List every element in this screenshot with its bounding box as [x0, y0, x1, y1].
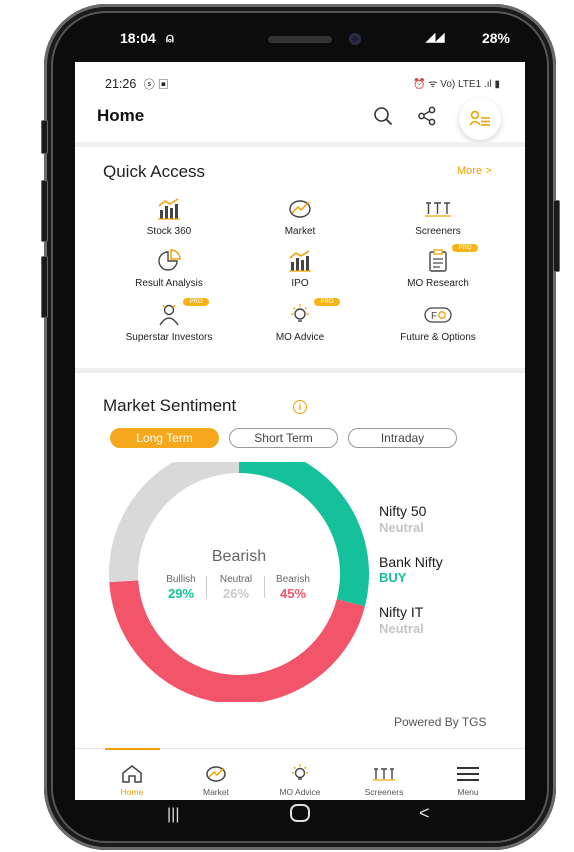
screener-icon — [373, 768, 395, 781]
screener-icon — [368, 196, 508, 222]
whatsapp-icon: ⓢ ▣ — [143, 79, 169, 91]
quick-access-item-screeners[interactable]: Screeners — [368, 196, 508, 237]
index-signal: Neutral — [379, 621, 424, 636]
quick-access-item-superstar-investors[interactable]: PRO Superstar Investors — [99, 298, 239, 343]
home-system-icon[interactable] — [290, 804, 310, 822]
nav-label: Home — [120, 787, 144, 797]
quick-access-item-future-options[interactable]: F Future & Options — [368, 302, 508, 343]
clipboard-icon: PRO — [368, 244, 508, 274]
quick-access-item-stock-360[interactable]: Stock 360 — [99, 196, 239, 237]
tab-long-term[interactable]: Long Term — [110, 428, 219, 448]
bulb-icon — [292, 764, 308, 780]
system-nav-bar: ||| < — [75, 800, 525, 834]
bearish-label: Bearish — [276, 574, 310, 585]
powered-by: Powered By TGS — [394, 715, 487, 729]
pro-badge: PRO — [314, 298, 340, 306]
side-button — [41, 256, 48, 318]
pro-badge: PRO — [452, 244, 478, 252]
pie-chart-icon — [99, 248, 239, 274]
camera-icon — [349, 33, 361, 45]
page-title: Home — [97, 106, 145, 125]
quick-access-title: Quick Access — [103, 162, 206, 181]
side-button — [553, 200, 560, 272]
nav-market[interactable]: Market — [171, 749, 261, 797]
market-icon — [230, 196, 370, 222]
device-time: 18:04 — [120, 30, 156, 46]
device-status-bar: 18:04 ⍝ ◢◢ 28% — [120, 30, 520, 50]
index-name: Nifty 50 — [379, 503, 427, 519]
nav-mo-advice[interactable]: MO Advice — [255, 749, 345, 797]
quick-access-label: Result Analysis — [135, 278, 203, 289]
share-icon[interactable] — [413, 102, 441, 130]
nav-menu[interactable]: Menu — [423, 749, 513, 797]
status-icons: ⏰ ᯤ Vo) LTE1 .ıl ▮ — [413, 79, 500, 90]
quick-access-label: Future & Options — [400, 332, 476, 343]
notification-icon: ⍝ — [166, 30, 174, 45]
neutral-label: Neutral — [219, 574, 253, 585]
quick-access-item-market[interactable]: Market — [230, 196, 370, 237]
side-button — [41, 180, 48, 242]
quick-access-label: IPO — [291, 278, 309, 289]
bottom-nav: Home Market MO Advice Screeners Menu — [75, 748, 525, 800]
battery-level: 28% — [481, 30, 510, 46]
nav-screeners[interactable]: Screeners — [339, 749, 429, 797]
nav-label: Menu — [457, 787, 479, 797]
bullish-percent: 29% — [167, 586, 195, 601]
signal-icon: ◢◢ — [426, 30, 445, 44]
divider — [206, 576, 207, 598]
tab-short-term[interactable]: Short Term — [229, 428, 338, 448]
donut-center-label: Bearish — [211, 548, 267, 565]
home-icon — [122, 765, 142, 783]
back-icon[interactable]: < — [419, 803, 430, 824]
quick-access-label: Superstar Investors — [125, 332, 213, 343]
quick-access-label: MO Advice — [275, 332, 325, 343]
fo-icon: F — [368, 302, 508, 328]
quick-access-item-result-analysis[interactable]: Result Analysis — [99, 248, 239, 289]
app-screen: 21:26 ⓢ ▣ ⏰ ᯤ Vo) LTE1 .ıl ▮ Home Quick … — [75, 62, 525, 800]
index-name: Nifty IT — [379, 604, 424, 620]
recent-apps-icon[interactable]: ||| — [167, 806, 179, 824]
quick-access-label: Market — [284, 226, 316, 237]
index-signal: Neutral — [379, 520, 424, 535]
quick-access-label: Screeners — [415, 226, 461, 237]
index-name: Bank Nifty — [379, 554, 443, 570]
nav-label: Market — [203, 787, 229, 797]
status-row: 21:26 ⓢ ▣ ⏰ ᯤ Vo) LTE1 .ıl ▮ — [105, 76, 500, 92]
user-list-icon — [469, 110, 490, 126]
market-sentiment-title: Market Sentiment — [103, 396, 237, 415]
nav-label: Screeners — [364, 787, 404, 797]
tab-intraday[interactable]: Intraday — [348, 428, 457, 448]
investor-icon: PRO — [99, 298, 239, 328]
neutral-percent: 26% — [222, 586, 250, 601]
bar-chart-icon — [230, 248, 370, 274]
search-icon[interactable] — [369, 102, 397, 130]
bar-chart-icon — [99, 196, 239, 222]
quick-access-item-ipo[interactable]: IPO — [230, 248, 370, 289]
index-signal: BUY — [379, 570, 407, 585]
svg-text:F: F — [431, 311, 437, 322]
info-icon[interactable]: i — [293, 400, 307, 414]
section-divider — [75, 142, 525, 147]
side-button — [41, 120, 48, 154]
bullish-label: Bullish — [166, 574, 196, 585]
status-time: 21:26 — [105, 77, 137, 91]
nav-home[interactable]: Home — [87, 749, 177, 797]
profile-menu-button[interactable] — [459, 98, 501, 140]
speaker-grille — [268, 36, 332, 43]
bearish-percent: 45% — [279, 586, 307, 601]
quick-access-label: Stock 360 — [146, 226, 192, 237]
more-link[interactable]: More > — [457, 165, 492, 177]
section-divider — [75, 368, 525, 373]
bulb-icon: PRO — [230, 298, 370, 328]
quick-access-label: MO Research — [407, 278, 469, 289]
quick-access-item-mo-advice[interactable]: PRO MO Advice — [230, 298, 370, 343]
nav-label: MO Advice — [279, 787, 321, 797]
quick-access-item-mo-research[interactable]: PRO MO Research — [368, 244, 508, 289]
market-icon — [206, 766, 226, 782]
pro-badge: PRO — [183, 298, 209, 306]
divider — [264, 576, 265, 598]
hamburger-icon — [457, 767, 479, 781]
